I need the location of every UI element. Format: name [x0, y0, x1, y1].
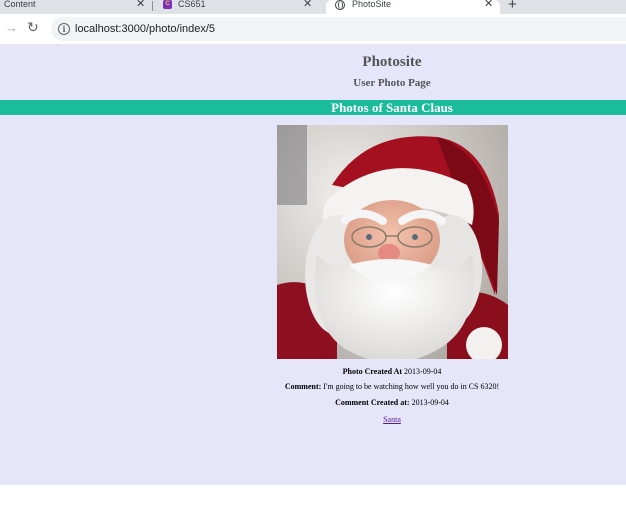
comment-created-label: Comment Created at: — [335, 398, 410, 407]
comment-label: Comment: — [284, 382, 322, 391]
page-body: Photosite User Photo Page Photos of Sant… — [0, 44, 626, 485]
close-icon[interactable]: ✕ — [484, 0, 493, 10]
photo-created-label: Photo Created At — [342, 367, 403, 376]
photo-created-line: Photo Created At 2013-09-04 — [250, 367, 534, 377]
comment-text: I'm going to be watching how well you do… — [323, 382, 500, 391]
info-icon[interactable]: i — [58, 23, 70, 35]
forward-icon[interactable]: → — [5, 21, 18, 34]
tab-photosite[interactable]: PhotoSite ✕ — [326, 0, 500, 14]
address-bar[interactable]: i localhost:3000/photo/index/5 — [51, 17, 626, 41]
tab-content[interactable]: Content ✕ — [0, 0, 150, 14]
banner-title: Photos of Santa Claus — [331, 100, 453, 115]
comment-created-line: Comment Created at: 2013-09-04 — [250, 398, 534, 408]
browser-toolbar: → ↻ i localhost:3000/photo/index/5 — [0, 14, 626, 44]
comment-line: Comment: I'm going to be watching how we… — [250, 382, 534, 392]
globe-icon — [335, 0, 345, 10]
page-subtitle: User Photo Page — [353, 77, 431, 89]
tab-label: PhotoSite — [352, 0, 392, 9]
new-tab-icon[interactable]: + — [508, 0, 517, 12]
url-text[interactable]: localhost:3000/photo/index/5 — [75, 23, 215, 35]
site-title: Photosite — [362, 54, 422, 70]
close-icon[interactable]: ✕ — [303, 0, 312, 10]
site-favicon-icon: C — [163, 0, 172, 9]
tab-strip: Content ✕ C CS651 ✕ PhotoSite ✕ + — [0, 0, 626, 14]
tab-label: CS651 — [178, 0, 206, 9]
tab-cs651[interactable]: C CS651 ✕ — [155, 0, 325, 14]
photo-created-value: 2013-09-04 — [404, 367, 442, 376]
tab-label: Content — [4, 0, 36, 9]
santa-photo — [277, 125, 508, 359]
photos-banner: Photos of Santa Claus — [0, 100, 626, 115]
reload-icon[interactable]: ↻ — [27, 20, 39, 34]
author-link[interactable]: Santa — [383, 415, 401, 424]
close-icon[interactable]: ✕ — [136, 0, 145, 10]
comment-created-value: 2013-09-04 — [411, 398, 449, 407]
author-line: Santa — [250, 415, 534, 425]
tab-separator — [152, 1, 153, 11]
